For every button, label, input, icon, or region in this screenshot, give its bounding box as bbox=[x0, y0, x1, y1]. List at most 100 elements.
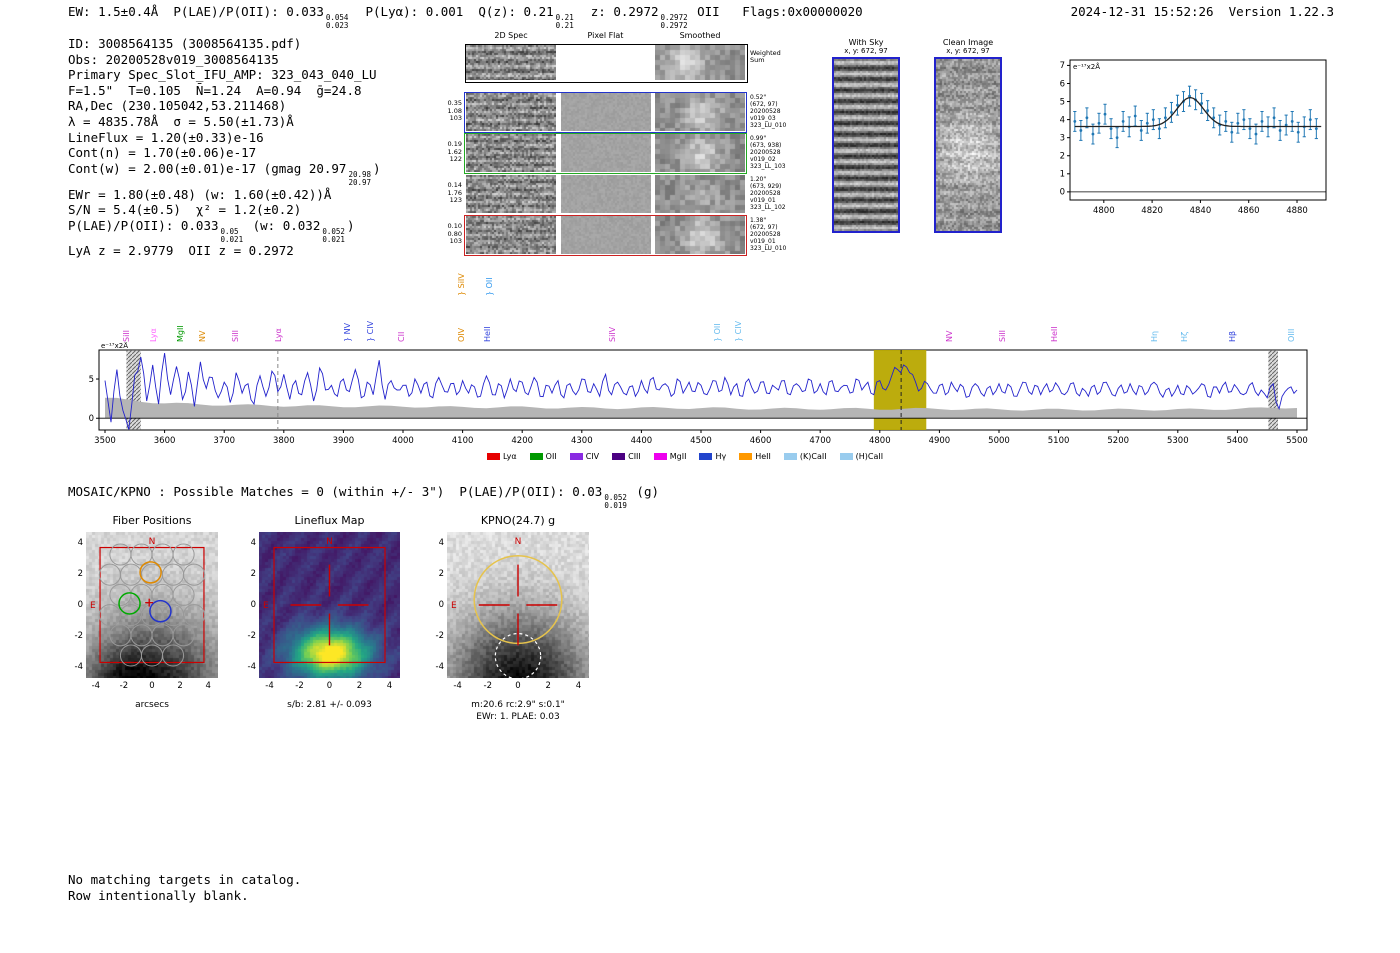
x-tick-label: 0 bbox=[149, 681, 155, 691]
clean-image-title: Clean Image bbox=[942, 38, 994, 47]
with-sky-panel: With Sky x, y: 672, 97 bbox=[832, 38, 900, 233]
data-point bbox=[1224, 120, 1228, 123]
y-tick-label: 2 bbox=[438, 568, 444, 579]
legend-item: (H)CaII bbox=[839, 452, 883, 461]
line-fit-plot: 0 1 2 3 4 5 6 7 4800 4820 4840 4860 4880 e⁻¹⁷x2Å bbox=[1060, 59, 1327, 216]
data-point bbox=[1296, 130, 1300, 134]
emission-line-label: OIII bbox=[1287, 328, 1297, 342]
data-point bbox=[1115, 136, 1119, 140]
emission-line-label: MgII bbox=[176, 325, 186, 342]
data-point bbox=[1145, 121, 1149, 125]
fiber-circle bbox=[172, 583, 195, 606]
emission-line-label: NV bbox=[945, 330, 955, 342]
row-fiber-annotation: 0.52" (672, 97) 20200528 v019_03 323_LU_… bbox=[750, 94, 787, 129]
y-tick-label: -4 bbox=[247, 662, 256, 673]
legend-item: Lyα bbox=[486, 452, 517, 461]
fiber-positions-title: Fiber Positions bbox=[112, 514, 192, 527]
weighted-smoothed-image bbox=[655, 45, 745, 80]
x-tick-label: -2 bbox=[119, 681, 129, 691]
emission-line-label: } CIV bbox=[734, 320, 744, 342]
plot-frame bbox=[1069, 59, 1327, 201]
y-tick-label: 4 bbox=[438, 537, 444, 548]
row-smoothed-image bbox=[655, 216, 745, 254]
footer-notes: No matching targets in catalog. Row inten… bbox=[68, 872, 301, 903]
data-point bbox=[1272, 116, 1276, 120]
x-tick-label: 3700 bbox=[213, 436, 235, 446]
legend-label: OII bbox=[545, 452, 557, 461]
lineflux-caption: s/b: 2.81 +/- 0.093 bbox=[287, 700, 372, 710]
x-tick-label: 2 bbox=[356, 681, 363, 691]
emission-line-label: HeII bbox=[482, 326, 492, 342]
fiber-circle bbox=[109, 583, 132, 606]
compass-north: N bbox=[515, 537, 522, 547]
clean-image bbox=[934, 57, 1002, 233]
data-point bbox=[1097, 121, 1101, 125]
sup-sub-value: 0.052 0.019 bbox=[604, 493, 627, 510]
row-fiber-annotation: 0.99" (673, 938) 20200528 v019_02 323_LL… bbox=[750, 135, 786, 170]
x-tick-label: 4000 bbox=[392, 436, 414, 446]
y-tick-label: -4 bbox=[74, 662, 83, 673]
x-tick-label: -2 bbox=[483, 681, 493, 691]
y-tick-label: 0 bbox=[89, 414, 94, 424]
row-2d-spec-image bbox=[466, 175, 556, 213]
data-point bbox=[1260, 120, 1264, 123]
y-tick-label: 7 bbox=[1060, 61, 1065, 71]
data-point bbox=[1314, 127, 1318, 131]
lineflux-map-overlay: NE bbox=[263, 537, 386, 664]
compass-east: E bbox=[90, 601, 96, 611]
x-tick-label: 5200 bbox=[1107, 436, 1129, 446]
y-tick-label: 1 bbox=[1060, 170, 1065, 180]
row-fiber-weights: 0.14 1.76 123 bbox=[447, 181, 462, 205]
clean-image-xy: x, y: 672, 97 bbox=[946, 47, 990, 55]
y-tick-label: 4 bbox=[77, 537, 83, 548]
x-tick-label: -4 bbox=[453, 681, 462, 691]
fiber-circle bbox=[140, 604, 164, 627]
emission-line-label: SiII bbox=[997, 329, 1007, 342]
data-point bbox=[1242, 118, 1246, 122]
y-tick-label: 5 bbox=[89, 375, 94, 385]
data-point bbox=[1091, 132, 1095, 136]
x-tick-label: 5400 bbox=[1227, 436, 1249, 446]
fiber-circle bbox=[130, 624, 153, 647]
legend-label: (K)CaII bbox=[799, 452, 827, 461]
y-tick-label: 4 bbox=[250, 537, 256, 548]
data-point bbox=[1157, 127, 1161, 131]
x-tick-label: 4 bbox=[205, 681, 211, 691]
fiber-circle bbox=[162, 604, 185, 627]
y-tick-label: 0 bbox=[438, 600, 444, 610]
emission-line-label: } NV bbox=[343, 322, 353, 342]
selected-fiber-green bbox=[118, 592, 141, 615]
row-pixel-flat-image bbox=[560, 175, 651, 213]
selected-fiber-orange bbox=[139, 561, 162, 584]
cutout-column-title: Pixel Flat bbox=[587, 31, 624, 40]
with-sky-xy: x, y: 672, 97 bbox=[844, 47, 888, 55]
emission-line-label: SiII bbox=[231, 329, 241, 342]
lineflux-map-panel: Lineflux Map NE s/b: 2.81 +/- 0.093 -4 -4… bbox=[241, 512, 421, 727]
x-tick-label: 3600 bbox=[154, 436, 176, 446]
full-spectrum-plot: 3500 3600 3700 3800 3900 4000 4100 4200 4300 4400… bbox=[89, 342, 1308, 446]
data-point bbox=[1139, 129, 1143, 132]
y-axis-units: e⁻¹⁷x2Å bbox=[1073, 62, 1100, 71]
row-smoothed-image bbox=[655, 175, 745, 213]
legend-item: Hγ bbox=[699, 452, 726, 461]
legend-item: CIV bbox=[569, 452, 599, 461]
emission-line-label: } CIV bbox=[366, 320, 375, 342]
weighted-2d-spec-image bbox=[466, 45, 556, 80]
fiber-circle bbox=[183, 604, 206, 627]
y-tick-label: 6 bbox=[1060, 79, 1065, 89]
emission-line-label: NV bbox=[197, 330, 207, 342]
y-tick-label: -2 bbox=[74, 631, 83, 642]
legend-label: HeII bbox=[755, 452, 771, 461]
kpno-g-title: KPNO(24.7) g bbox=[480, 514, 556, 527]
footer-line: No matching targets in catalog. bbox=[68, 872, 302, 887]
data-point bbox=[1254, 132, 1258, 136]
x-tick-label: 4880 bbox=[1286, 206, 1308, 216]
row-2d-spec-image bbox=[466, 216, 556, 254]
kpno-caption-2: EWr: 1. PLAE: 0.03 bbox=[476, 712, 560, 722]
legend-item: OII bbox=[529, 452, 557, 461]
y-tick-label: 2 bbox=[1060, 152, 1065, 162]
row-fiber-weights: 0.19 1.62 122 bbox=[447, 140, 462, 164]
x-tick-label: 4840 bbox=[1190, 206, 1212, 216]
x-tick-label: 5000 bbox=[988, 436, 1010, 446]
data-point bbox=[1248, 127, 1252, 131]
